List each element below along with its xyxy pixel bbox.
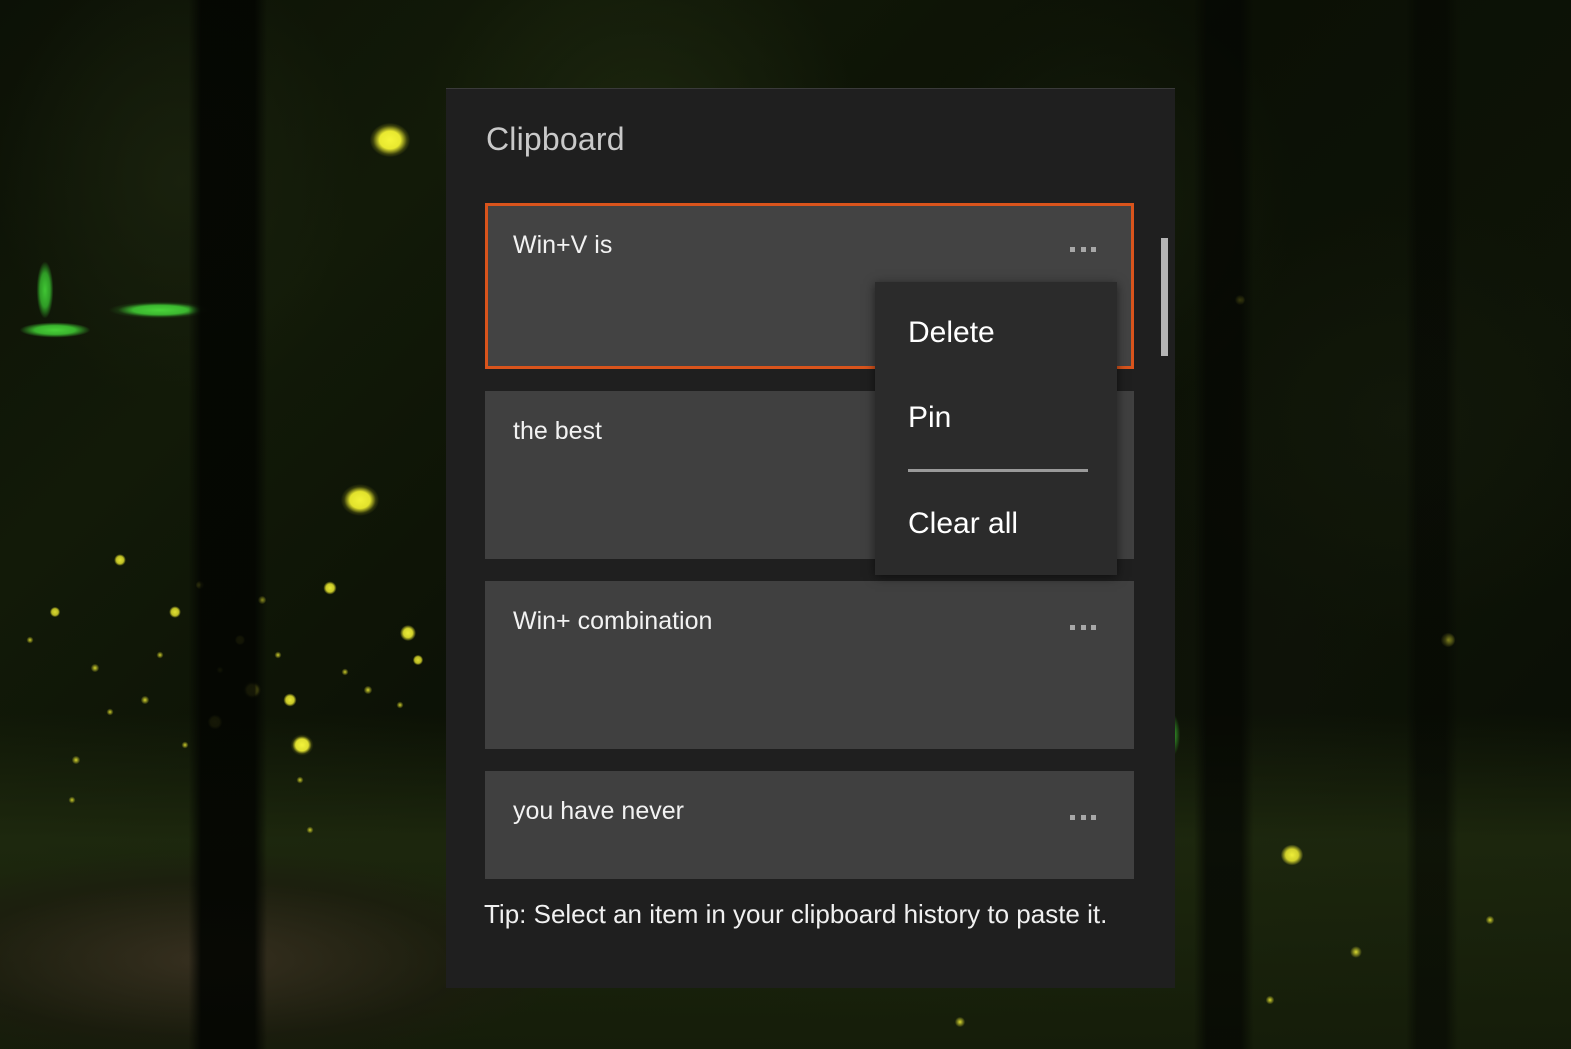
- clipboard-item-4[interactable]: you have never: [485, 771, 1134, 879]
- clipboard-item-3[interactable]: Win+ combination: [485, 581, 1134, 749]
- menu-divider: [908, 469, 1088, 472]
- menu-item-pin[interactable]: Pin: [908, 401, 951, 435]
- clipboard-item-2-text: the best: [513, 417, 602, 445]
- context-menu: Delete Pin Clear all: [875, 282, 1117, 575]
- clipboard-item-4-text: you have never: [513, 797, 684, 825]
- clipboard-item-3-text: Win+ combination: [513, 607, 713, 635]
- scrollbar-thumb[interactable]: [1161, 238, 1168, 356]
- page-title: Clipboard: [486, 121, 625, 157]
- tip-text: Tip: Select an item in your clipboard hi…: [484, 899, 1108, 929]
- menu-item-clear-all[interactable]: Clear all: [908, 507, 1018, 541]
- menu-item-delete[interactable]: Delete: [908, 316, 995, 350]
- vertical-scrollbar[interactable]: [1157, 203, 1171, 879]
- more-options-icon[interactable]: [1070, 625, 1096, 630]
- clipboard-item-1-text: Win+V is: [513, 231, 613, 259]
- more-options-icon[interactable]: [1070, 815, 1096, 820]
- more-options-icon[interactable]: [1070, 247, 1096, 252]
